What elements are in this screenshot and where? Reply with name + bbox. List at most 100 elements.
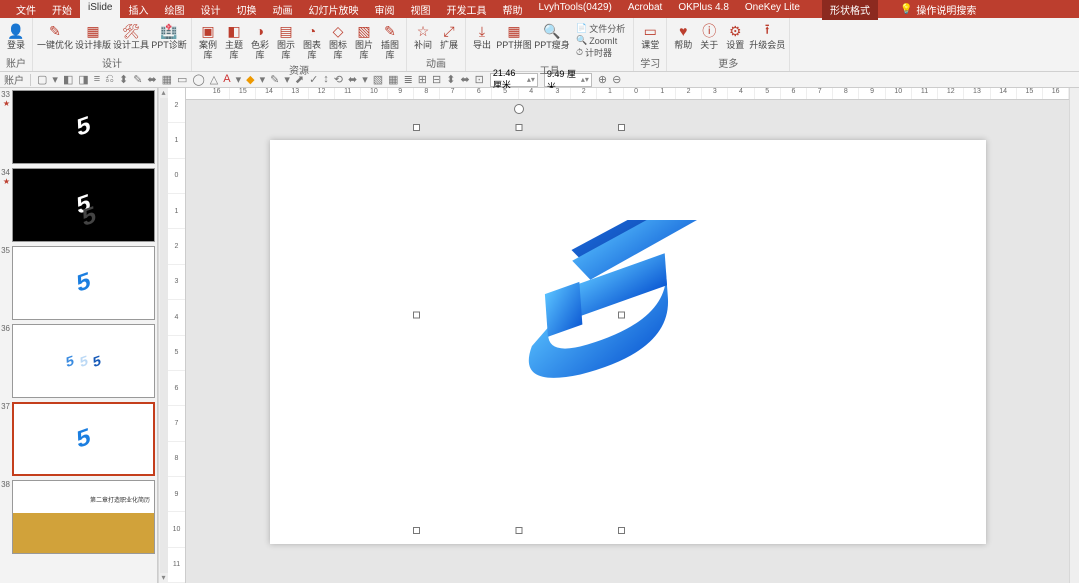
tab-insert[interactable]: 插入 bbox=[120, 0, 156, 20]
tab-animation[interactable]: 动画 bbox=[264, 0, 300, 20]
ribbon-button[interactable]: ♥帮助 bbox=[671, 20, 695, 54]
tab-design[interactable]: 设计 bbox=[192, 0, 228, 20]
tab-developer[interactable]: 开发工具 bbox=[438, 0, 494, 20]
ribbon-group-label: 设计 bbox=[37, 54, 187, 71]
ribbon-button[interactable]: ◧主题库 bbox=[222, 20, 246, 61]
tab-lvyhtools[interactable]: LvyhTools(0429) bbox=[530, 0, 619, 20]
ribbon-label: 图示库 bbox=[274, 41, 298, 61]
tell-me-search[interactable]: 💡 操作说明搜索 bbox=[900, 2, 976, 17]
thumbnail-preview: 555 bbox=[12, 324, 155, 398]
ruler-tick: 3 bbox=[545, 88, 571, 99]
qat-icon[interactable]: ◧ bbox=[63, 73, 73, 86]
resize-handle[interactable] bbox=[618, 124, 625, 131]
tab-shape-format[interactable]: 形状格式 bbox=[822, 0, 878, 20]
ribbon-button[interactable]: ⭱升级会员 bbox=[749, 20, 785, 54]
qat-icon[interactable]: ◨ bbox=[78, 73, 88, 86]
tab-review[interactable]: 审阅 bbox=[366, 0, 402, 20]
ruler-tick: 10 bbox=[168, 512, 185, 547]
slide-thumbnail[interactable]: 33★5 bbox=[0, 88, 157, 166]
scroll-down-icon[interactable]: ▾ bbox=[161, 573, 165, 583]
ribbon-button[interactable]: ▣案例库 bbox=[196, 20, 220, 61]
ribbon-icon: ◇ bbox=[329, 22, 347, 40]
ribbon-group: ▭课堂学习 bbox=[634, 18, 667, 71]
slide-thumbnail[interactable]: 34★55 bbox=[0, 166, 157, 244]
ruler-tick: 5 bbox=[492, 88, 518, 99]
ribbon-side-item[interactable]: 📄文件分析 bbox=[576, 22, 625, 35]
qat-icon[interactable]: ⬌ bbox=[460, 73, 469, 86]
ribbon-button[interactable]: 🛠设计工具 bbox=[113, 20, 149, 54]
slide-number: 35 bbox=[0, 246, 12, 255]
lightbulb-icon: 💡 bbox=[900, 4, 912, 15]
qat-icon[interactable]: ⊟ bbox=[432, 73, 441, 86]
scroll-up-icon[interactable]: ▴ bbox=[161, 88, 165, 98]
slide-thumbnail[interactable]: 355 bbox=[0, 244, 157, 322]
ribbon-button[interactable]: ▦设计排版 bbox=[75, 20, 111, 54]
qat-icon[interactable]: ≣ bbox=[404, 73, 413, 86]
qat-icon[interactable]: ▾ bbox=[52, 73, 58, 86]
tab-view[interactable]: 视图 bbox=[402, 0, 438, 20]
qat-icon[interactable]: ⬍ bbox=[119, 73, 128, 86]
slide-panel-scrollbar[interactable]: ▴ ▾ bbox=[158, 88, 168, 583]
ribbon-button[interactable]: ⤓导出 bbox=[470, 20, 494, 61]
ribbon-button[interactable]: ◔图表库 bbox=[300, 20, 324, 61]
ribbon-button[interactable]: 🔍PPT瘦身 bbox=[534, 20, 570, 61]
tab-slideshow[interactable]: 幻灯片放映 bbox=[300, 0, 366, 20]
qat-icon[interactable]: ▭ bbox=[177, 73, 187, 86]
ribbon-button[interactable]: ⤢扩展 bbox=[437, 20, 461, 54]
resize-handle[interactable] bbox=[618, 312, 625, 319]
tab-okplus[interactable]: OKPlus 4.8 bbox=[670, 0, 737, 20]
ribbon-button[interactable]: ▤图示库 bbox=[274, 20, 298, 61]
qat-icon[interactable]: ▢ bbox=[37, 73, 47, 86]
ribbon-button[interactable]: ✎一键优化 bbox=[37, 20, 73, 54]
ribbon-side-item[interactable]: ⏱计时器 bbox=[576, 46, 625, 59]
ruler-tick: 3 bbox=[702, 88, 728, 99]
tab-islide[interactable]: iSlide bbox=[80, 0, 120, 20]
qat-icon[interactable]: ▦ bbox=[162, 73, 172, 86]
qat-icon[interactable]: ⎌ bbox=[105, 73, 114, 86]
rotate-handle[interactable] bbox=[514, 104, 524, 114]
ribbon-icon: ⤓ bbox=[473, 22, 491, 40]
ribbon-button[interactable]: 🏥PPT诊断 bbox=[151, 20, 187, 54]
ribbon-button[interactable]: ⚙设置 bbox=[723, 20, 747, 54]
slide-thumbnail[interactable]: 38第二章打造职业化简历 bbox=[0, 478, 157, 556]
tab-home[interactable]: 开始 bbox=[44, 0, 80, 20]
selection-box[interactable] bbox=[417, 100, 621, 530]
tab-draw[interactable]: 绘图 bbox=[156, 0, 192, 20]
ribbon-button[interactable]: ◇图标库 bbox=[326, 20, 350, 61]
qat-icon[interactable]: ✎ bbox=[133, 73, 142, 86]
resize-handle[interactable] bbox=[413, 527, 420, 534]
tab-acrobat[interactable]: Acrobat bbox=[620, 0, 670, 20]
ribbon-button[interactable]: ▭课堂 bbox=[638, 20, 662, 54]
ribbon-button[interactable]: ✎插图库 bbox=[378, 20, 402, 61]
resize-handle[interactable] bbox=[413, 124, 420, 131]
qat-icon[interactable]: ⬌ bbox=[147, 73, 156, 86]
ribbon-button[interactable]: ⓘ关于 bbox=[697, 20, 721, 54]
ribbon-button[interactable]: ◑色彩库 bbox=[248, 20, 272, 61]
qat-icon[interactable]: ≡ bbox=[94, 73, 100, 86]
tab-onekey[interactable]: OneKey Lite bbox=[737, 0, 808, 20]
slide-thumbnail[interactable]: 36555 bbox=[0, 322, 157, 400]
tab-file[interactable]: 文件 bbox=[8, 0, 44, 20]
ribbon-side-item[interactable]: 🔍ZoomIt bbox=[576, 35, 625, 46]
slide-thumbnail[interactable]: 375 bbox=[0, 400, 157, 478]
resize-handle[interactable] bbox=[413, 312, 420, 319]
ribbon-button[interactable]: ▧图片库 bbox=[352, 20, 376, 61]
tab-transition[interactable]: 切换 bbox=[228, 0, 264, 20]
tab-help[interactable]: 帮助 bbox=[494, 0, 530, 20]
editor-scrollbar[interactable] bbox=[1069, 88, 1079, 583]
ribbon-button[interactable]: ▦PPT拼图 bbox=[496, 20, 532, 61]
qat-icon[interactable]: ⬍ bbox=[446, 73, 455, 86]
scroll-track[interactable] bbox=[160, 98, 168, 573]
ribbon-group-label: 工具 bbox=[470, 61, 629, 78]
resize-handle[interactable] bbox=[618, 527, 625, 534]
slide-panel[interactable]: 33★534★553553655537538第二章打造职业化简历 bbox=[0, 88, 158, 583]
qat-icon[interactable]: ⊞ bbox=[418, 73, 427, 86]
ribbon-button[interactable]: 👤登录 bbox=[4, 20, 28, 54]
resize-handle[interactable] bbox=[516, 124, 523, 131]
slide-canvas[interactable] bbox=[270, 140, 986, 544]
resize-handle[interactable] bbox=[516, 527, 523, 534]
canvas-wrap[interactable]: ⌖ bbox=[186, 100, 1069, 583]
ribbon-button[interactable]: ☆补间 bbox=[411, 20, 435, 54]
qat-account[interactable]: 账户 bbox=[4, 72, 24, 87]
ribbon-side: 📄文件分析🔍ZoomIt⏱计时器 bbox=[572, 20, 629, 61]
